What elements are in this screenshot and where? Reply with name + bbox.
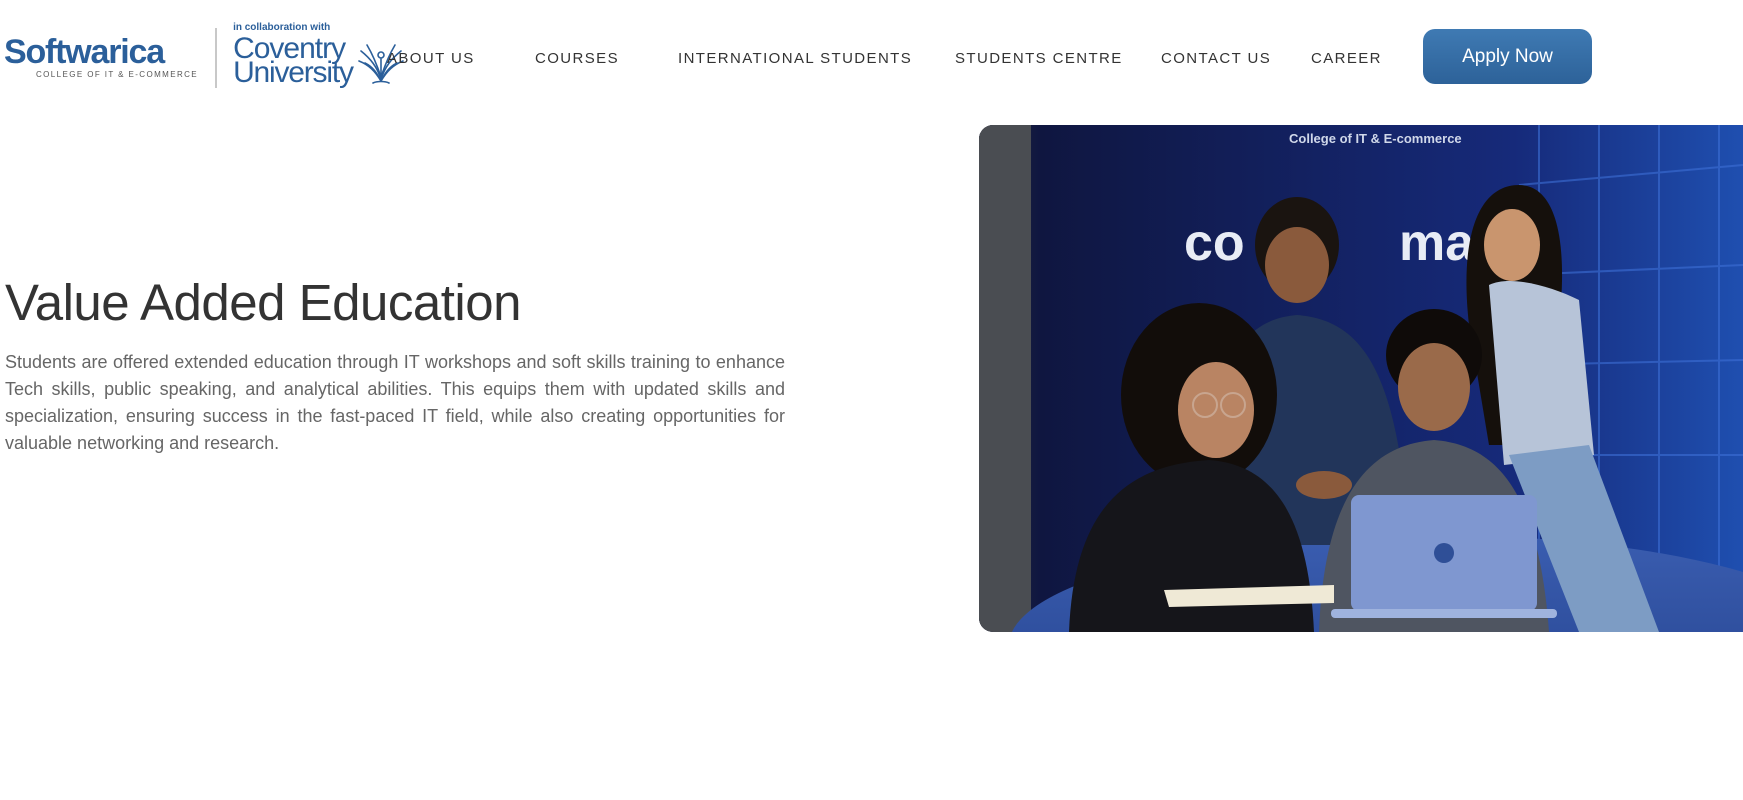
apply-now-button[interactable]: Apply Now [1423, 29, 1592, 84]
nav-about-us[interactable]: ABOUT US [387, 50, 475, 67]
nav-courses[interactable]: COURSES [535, 50, 619, 67]
hero-image: co mani College of IT & E-commerce [979, 125, 1743, 632]
hero-description: Students are offered extended education … [5, 352, 785, 453]
partner-name-line2: University [233, 56, 354, 89]
site-logo[interactable]: Softwarica COLLEGE OF IT & E-COMMERCE in… [4, 22, 407, 92]
softwarica-logo: Softwarica COLLEGE OF IT & E-COMMERCE [4, 34, 198, 79]
nav-contact-us[interactable]: CONTACT US [1161, 50, 1271, 67]
svg-text:College of IT & E-commerce: College of IT & E-commerce [1289, 131, 1462, 146]
logo-tagline: COLLEGE OF IT & E-COMMERCE [36, 70, 199, 79]
nav-career[interactable]: CAREER [1311, 50, 1382, 67]
coventry-logo: in collaboration with Coventry Universit… [233, 22, 407, 89]
svg-text:co: co [1184, 214, 1245, 272]
hero-title: Value Added Education [5, 274, 522, 331]
logo-brand-text: Softwarica [4, 33, 165, 71]
nav-international-students[interactable]: INTERNATIONAL STUDENTS [678, 50, 912, 67]
logo-divider [215, 28, 218, 88]
students-photo: co mani College of IT & E-commerce [979, 125, 1743, 632]
nav-students-centre[interactable]: STUDENTS CENTRE [955, 50, 1123, 67]
site-header: Softwarica COLLEGE OF IT & E-COMMERCE in… [0, 0, 1743, 112]
